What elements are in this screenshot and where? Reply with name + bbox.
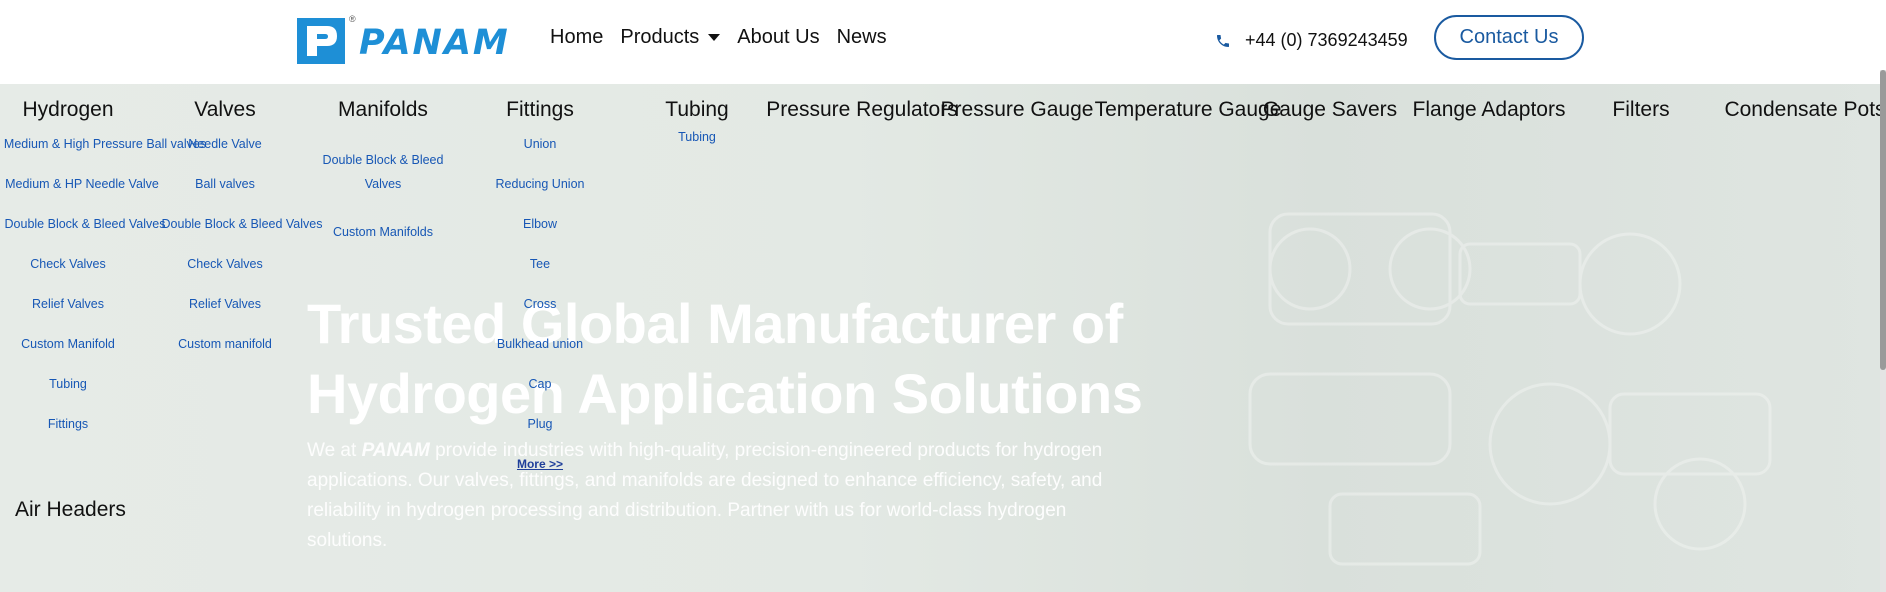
menu-item-manifolds-custom[interactable]: Custom Manifolds — [333, 225, 433, 239]
menu-item-valves-relief-valves[interactable]: Relief Valves — [189, 297, 261, 311]
menu-item-hydrogen-custom-manifold[interactable]: Custom Manifold — [21, 337, 115, 351]
menu-item-hydrogen-tubing[interactable]: Tubing — [49, 377, 87, 391]
menu-item-fittings-cap[interactable]: Cap — [529, 377, 552, 391]
menu-item-hydrogen-dbb-valves[interactable]: Double Block & Bleed Valves — [5, 217, 166, 231]
menu-heading-filters[interactable]: Filters — [1612, 98, 1669, 122]
menu-heading-tubing[interactable]: Tubing — [665, 98, 728, 122]
logo-wordmark: PANAM — [359, 23, 510, 63]
panam-logo[interactable]: ® PANAM — [297, 14, 515, 66]
menu-item-valves-ball-valves[interactable]: Ball valves — [195, 177, 255, 191]
menu-item-fittings-elbow[interactable]: Elbow — [523, 217, 557, 231]
nav-home[interactable]: Home — [550, 26, 603, 49]
menu-item-fittings-plug[interactable]: Plug — [527, 417, 552, 431]
menu-heading-gauge-savers[interactable]: Gauge Savers — [1263, 98, 1397, 122]
menu-item-manifolds-dbb-valves[interactable]: Double Block & Bleed Valves — [318, 148, 448, 196]
menu-item-fittings-tee[interactable]: Tee — [530, 257, 550, 271]
menu-item-tubing-tubing[interactable]: Tubing — [678, 130, 716, 144]
chevron-down-icon — [708, 34, 721, 41]
nav-news[interactable]: News — [837, 26, 887, 49]
phone-number: +44 (0) 7369243459 — [1245, 30, 1408, 50]
menu-item-hydrogen-check-valves[interactable]: Check Valves — [30, 257, 106, 271]
fittings-more-link[interactable]: More >> — [517, 457, 563, 471]
nav-about[interactable]: About Us — [737, 26, 819, 49]
menu-heading-hydrogen[interactable]: Hydrogen — [22, 98, 113, 122]
menu-heading-pressure-gauge[interactable]: Pressure Gauge — [941, 98, 1094, 122]
menu-item-valves-dbb-valves[interactable]: Double Block & Bleed Valves — [162, 217, 323, 231]
panam-logo-mark-icon — [297, 18, 345, 64]
main-nav: Home Products About Us News — [550, 26, 904, 49]
menu-heading-air-headers[interactable]: Air Headers — [15, 498, 126, 522]
menu-heading-manifolds[interactable]: Manifolds — [338, 98, 428, 122]
menu-item-valves-needle-valve[interactable]: Needle Valve — [188, 137, 261, 151]
menu-item-hydrogen-relief-valves[interactable]: Relief Valves — [32, 297, 104, 311]
menu-heading-pressure-regulators[interactable]: Pressure Regulators — [766, 98, 957, 122]
menu-heading-temperature-gauge[interactable]: Temperature Gauge — [1095, 98, 1282, 122]
menu-item-fittings-union[interactable]: Union — [524, 137, 557, 151]
scrollbar-thumb[interactable] — [1880, 70, 1886, 370]
phone-link[interactable]: +44 (0) 7369243459 — [1215, 30, 1408, 51]
nav-products[interactable]: Products — [620, 26, 721, 49]
menu-heading-valves[interactable]: Valves — [194, 98, 255, 122]
site-header: ® PANAM Home Products About Us News +44 … — [0, 0, 1886, 84]
phone-icon — [1217, 34, 1229, 47]
menu-item-fittings-bulkhead-union[interactable]: Bulkhead union — [497, 337, 583, 351]
menu-item-fittings-reducing-union[interactable]: Reducing Union — [496, 177, 585, 191]
menu-item-hydrogen-ball-valves[interactable]: Medium & High Pressure Ball valves — [4, 137, 206, 151]
menu-item-valves-custom-manifold[interactable]: Custom manifold — [178, 337, 272, 351]
menu-heading-condensate-pots[interactable]: Condensate Pots — [1724, 98, 1885, 122]
menu-item-valves-check-valves[interactable]: Check Valves — [187, 257, 263, 271]
nav-products-label: Products — [620, 26, 700, 48]
registered-mark: ® — [349, 14, 356, 24]
menu-item-hydrogen-fittings[interactable]: Fittings — [48, 417, 88, 431]
products-mega-menu: Hydrogen Valves Manifolds Fittings Tubin… — [0, 84, 1886, 592]
menu-item-fittings-cross[interactable]: Cross — [524, 297, 557, 311]
menu-item-hydrogen-needle-valve[interactable]: Medium & HP Needle Valve — [5, 177, 159, 191]
menu-heading-fittings[interactable]: Fittings — [506, 98, 574, 122]
contact-us-button[interactable]: Contact Us — [1434, 15, 1584, 60]
menu-heading-flange-adaptors[interactable]: Flange Adaptors — [1413, 98, 1566, 122]
